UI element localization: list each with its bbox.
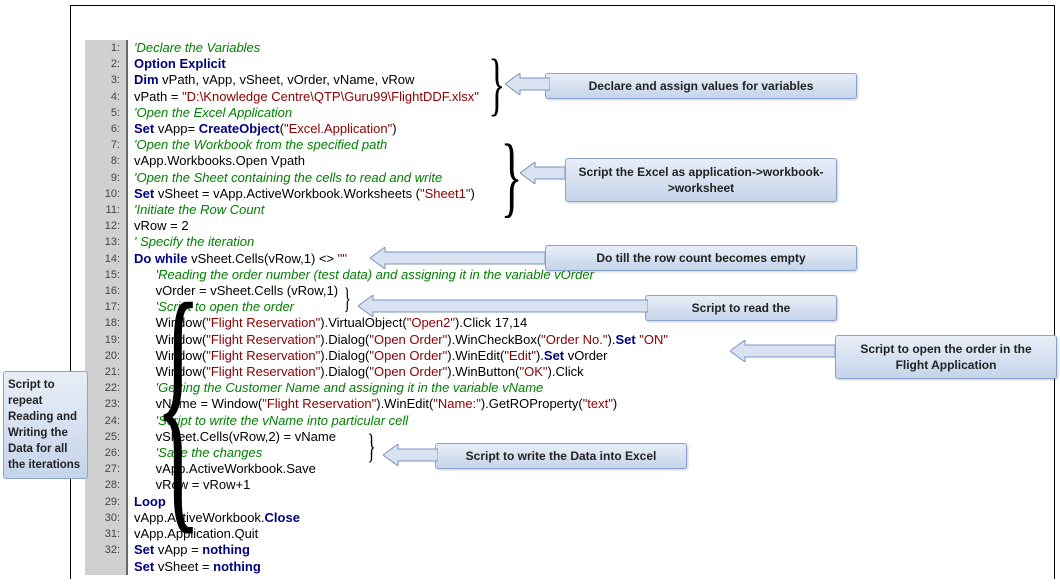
line-number: 10: bbox=[85, 186, 128, 202]
line-number: 4: bbox=[85, 89, 128, 105]
callout-excel-text: Script the Excel as application->workboo… bbox=[578, 165, 823, 195]
line-number: 29: bbox=[85, 494, 128, 510]
line-number: 19: bbox=[85, 332, 128, 348]
code-line: 24: 'Script to write the vName into part… bbox=[85, 413, 865, 429]
line-number: 24: bbox=[85, 413, 128, 429]
line-number: 9: bbox=[85, 170, 128, 186]
code-text: 'Declare the Variables bbox=[128, 40, 260, 56]
code-text: 'Open the Excel Application bbox=[128, 105, 292, 121]
code-line: 6:Set vApp= CreateObject("Excel.Applicat… bbox=[85, 121, 865, 137]
code-line: 2:Option Explicit bbox=[85, 56, 865, 72]
line-number: 13: bbox=[85, 234, 128, 250]
code-text: 'Open the Sheet containing the cells to … bbox=[128, 170, 442, 186]
line-number: 20: bbox=[85, 348, 128, 364]
callout-openorder-text: Script to open the order in the Flight A… bbox=[860, 342, 1031, 372]
brace-icon: } bbox=[344, 282, 351, 316]
arrow-icon bbox=[505, 73, 550, 95]
code-line: 5:'Open the Excel Application bbox=[85, 105, 865, 121]
line-number: 6: bbox=[85, 121, 128, 137]
line-number: 2: bbox=[85, 56, 128, 72]
line-number: 17: bbox=[85, 299, 128, 315]
brace-icon: } bbox=[367, 427, 375, 467]
code-text: Option Explicit bbox=[128, 56, 226, 72]
line-number: 1: bbox=[85, 40, 128, 56]
line-number: 16: bbox=[85, 283, 128, 299]
callout-side: Script to repeat Reading and Writing the… bbox=[3, 371, 88, 479]
code-line: 12:vRow = 2 bbox=[85, 218, 865, 234]
line-number: 18: bbox=[85, 315, 128, 331]
code-text: Window("Flight Reservation").Dialog("Ope… bbox=[128, 332, 668, 348]
line-number: 28: bbox=[85, 477, 128, 493]
code-text: Set vApp= CreateObject("Excel.Applicatio… bbox=[128, 121, 397, 137]
code-text: vApp.Workbooks.Open Vpath bbox=[128, 153, 305, 169]
line-number: 32: bbox=[85, 542, 128, 558]
line-number: 12: bbox=[85, 218, 128, 234]
code-text: Set vSheet = vApp.ActiveWorkbook.Workshe… bbox=[128, 186, 475, 202]
code-line: 7:'Open the Workbook from the specified … bbox=[85, 137, 865, 153]
code-line: 30:vApp.ActiveWorkbook.Close bbox=[85, 510, 865, 526]
arrow-icon bbox=[383, 444, 438, 466]
arrow-icon bbox=[358, 295, 648, 317]
code-text: vPath = "D:\Knowledge Centre\QTP\Guru99\… bbox=[128, 89, 479, 105]
callout-readorder: Script to read the bbox=[645, 295, 837, 321]
code-line: 29:Loop bbox=[85, 494, 865, 510]
code-line: 28: vRow = vRow+1 bbox=[85, 477, 865, 493]
code-line: Set vSheet = nothing bbox=[85, 559, 865, 575]
code-line: 11:'Initiate the Row Count bbox=[85, 202, 865, 218]
code-line: 23: vName = Window("Flight Reservation")… bbox=[85, 396, 865, 412]
line-number: 5: bbox=[85, 105, 128, 121]
code-line: 21: Window("Flight Reservation").Dialog(… bbox=[85, 364, 865, 380]
line-number: 27: bbox=[85, 461, 128, 477]
code-line: 22: 'Getting the Customer Name and assig… bbox=[85, 380, 865, 396]
line-number: 14: bbox=[85, 251, 128, 267]
line-number: 15: bbox=[85, 267, 128, 283]
arrow-icon bbox=[370, 247, 545, 269]
brace-icon: } bbox=[488, 45, 505, 125]
arrow-icon bbox=[520, 162, 565, 184]
arrow-icon bbox=[730, 340, 835, 362]
code-text: Dim vPath, vApp, vSheet, vOrder, vName, … bbox=[128, 72, 414, 88]
line-number bbox=[85, 559, 128, 575]
code-line: 31:vApp.Application.Quit bbox=[85, 526, 865, 542]
callout-dowhile: Do till the row count becomes empty bbox=[545, 245, 857, 271]
line-number: 3: bbox=[85, 72, 128, 88]
callout-openorder: Script to open the order in the Flight A… bbox=[835, 335, 1057, 379]
code-text: 'Script to open the order bbox=[128, 299, 294, 315]
line-number: 31: bbox=[85, 526, 128, 542]
line-number: 7: bbox=[85, 137, 128, 153]
code-text: vRow = 2 bbox=[128, 218, 189, 234]
line-number: 21: bbox=[85, 364, 128, 380]
code-line: 32:Set vApp = nothing bbox=[85, 542, 865, 558]
code-text: 'Open the Workbook from the specified pa… bbox=[128, 137, 387, 153]
callout-excel: Script the Excel as application->workboo… bbox=[565, 158, 837, 202]
line-number: 25: bbox=[85, 429, 128, 445]
callout-side-text: Script to repeat Reading and Writing the… bbox=[8, 379, 80, 471]
line-number: 22: bbox=[85, 380, 128, 396]
line-number: 23: bbox=[85, 396, 128, 412]
line-number: 30: bbox=[85, 510, 128, 526]
code-line: 1:'Declare the Variables bbox=[85, 40, 865, 56]
callout-writeexcel: Script to write the Data into Excel bbox=[435, 443, 687, 469]
line-number: 11: bbox=[85, 202, 128, 218]
code-text: 'Initiate the Row Count bbox=[128, 202, 264, 218]
line-number: 8: bbox=[85, 153, 128, 169]
line-number: 26: bbox=[85, 445, 128, 461]
callout-declare: Declare and assign values for variables bbox=[545, 73, 857, 99]
brace-icon: { bbox=[155, 240, 202, 563]
